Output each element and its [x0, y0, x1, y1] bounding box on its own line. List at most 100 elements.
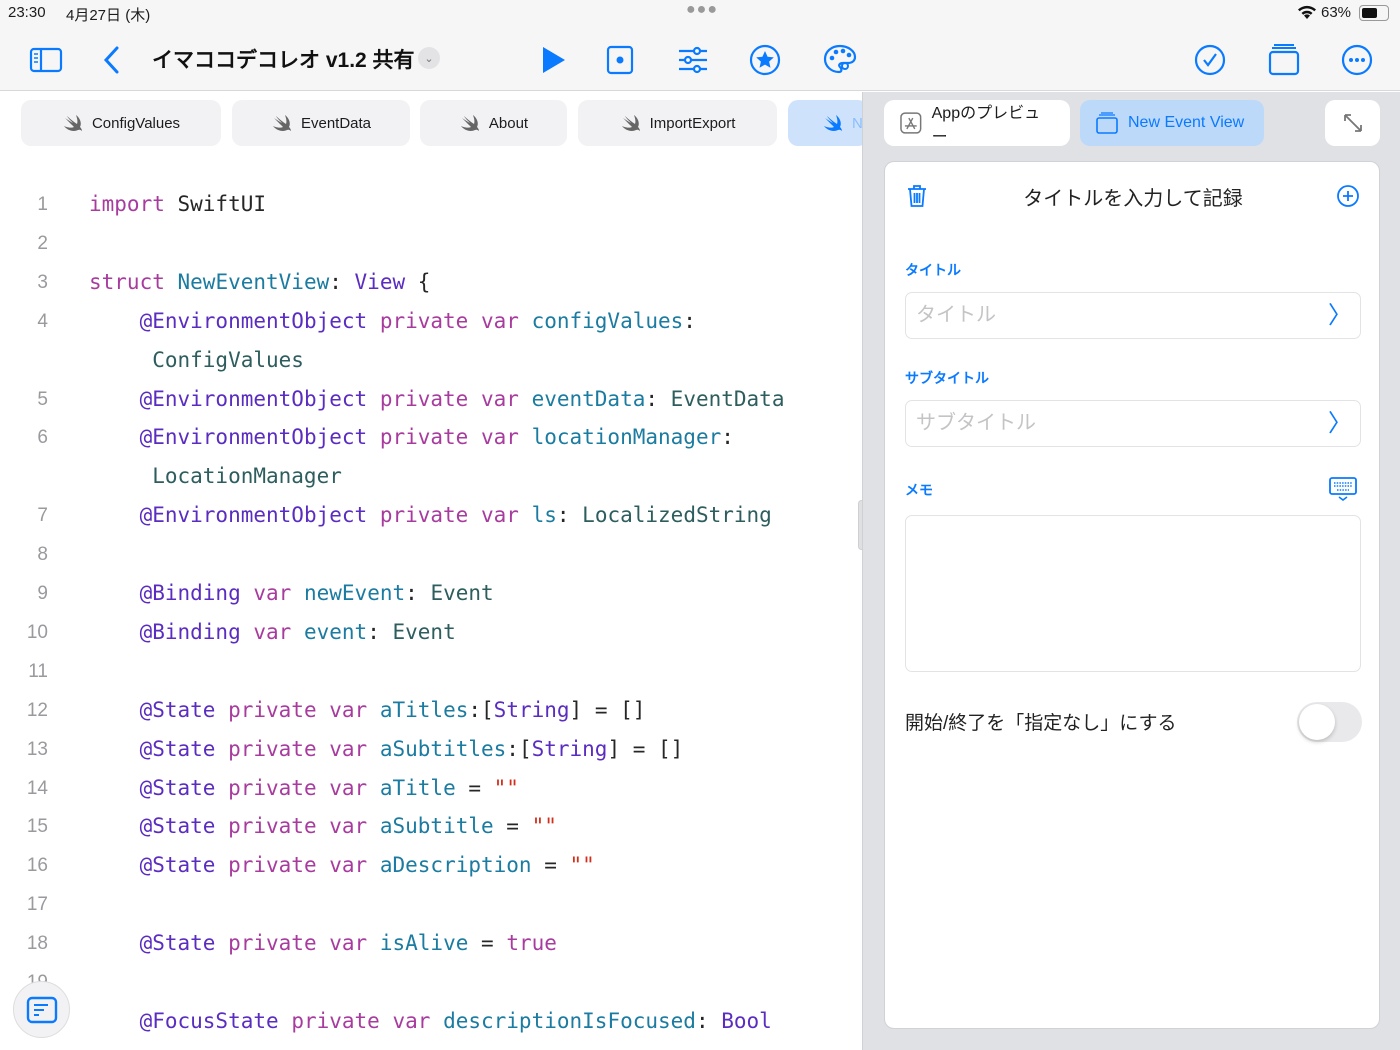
code-token: private: [379, 386, 469, 411]
toolbar: イマココデコレオ v1.2 共有 ⌄: [0, 28, 1400, 91]
code-line[interactable]: 21: [0, 1041, 862, 1050]
code-line[interactable]: 14 @State private var aTitle = "": [0, 769, 862, 808]
code-token: :: [405, 581, 431, 605]
title-field[interactable]: タイトル 〉: [905, 292, 1361, 339]
multitasking-dots-icon[interactable]: ●●●: [686, 1, 718, 19]
code-token: @State: [139, 775, 216, 800]
code-line[interactable]: 1 import SwiftUI: [0, 185, 862, 224]
code-line[interactable]: 5 @EnvironmentObject private var eventDa…: [0, 380, 862, 419]
code-line[interactable]: ConfigValues: [0, 341, 862, 380]
code-text: @State private var aTitles:[String] = []: [89, 691, 646, 730]
code-text: @Binding var event: Event: [89, 613, 456, 652]
code-token: var: [329, 736, 368, 761]
line-number: 9: [37, 583, 48, 604]
run-icon[interactable]: [535, 42, 571, 78]
file-tab-label: EventData: [300, 114, 372, 132]
outline-button[interactable]: [13, 981, 70, 1038]
code-line[interactable]: 7 @EnvironmentObject private var ls: Loc…: [0, 496, 862, 535]
code-text: struct NewEventView: View {: [89, 263, 430, 302]
code-token: var: [480, 425, 519, 450]
settings-sliders-icon[interactable]: [675, 42, 711, 78]
line-number: 1: [37, 194, 48, 215]
stop-preview-icon[interactable]: [602, 42, 638, 78]
code-line[interactable]: 6 @EnvironmentObject private var locatio…: [0, 418, 862, 457]
file-tab[interactable]: EventData: [232, 100, 410, 146]
project-title[interactable]: イマココデコレオ v1.2 共有: [152, 44, 415, 74]
code-line[interactable]: 15 @State private var aSubtitle = "": [0, 807, 862, 846]
code-line[interactable]: 12 @State private var aTitles:[String] =…: [0, 691, 862, 730]
code-token: ConfigValues: [152, 347, 304, 372]
memo-textarea[interactable]: [905, 515, 1361, 672]
code-line[interactable]: 18 @State private var isAlive = true: [0, 924, 862, 963]
code-line[interactable]: 13 @State private var aSubtitles:[String…: [0, 730, 862, 769]
code-line[interactable]: 19: [0, 963, 862, 1002]
keyboard-dismiss-icon[interactable]: [1329, 477, 1357, 501]
code-token: true: [506, 931, 557, 956]
code-token: @EnvironmentObject: [139, 425, 368, 450]
line-number: 12: [26, 699, 48, 721]
line-number: 14: [26, 777, 48, 799]
code-token: =: [455, 775, 494, 800]
code-line[interactable]: 9 @Binding var newEvent: Event: [0, 574, 862, 613]
code-token: Bool: [721, 1008, 772, 1033]
code-token: var: [480, 386, 519, 411]
favorites-star-icon[interactable]: [747, 42, 783, 78]
code-line[interactable]: 3 struct NewEventView: View {: [0, 263, 862, 302]
subtitle-field[interactable]: サブタイトル 〉: [905, 400, 1361, 447]
code-line[interactable]: 20 @FocusState private var descriptionIs…: [0, 1002, 862, 1041]
new-event-view-button[interactable]: New Event View: [1080, 100, 1264, 146]
title-menu-chevron-icon[interactable]: ⌄: [418, 47, 440, 69]
file-tab[interactable]: About: [420, 100, 567, 146]
code-line[interactable]: 10 @Binding var event: Event: [0, 613, 862, 652]
code-line[interactable]: 17: [0, 885, 862, 924]
checkmark-circle-icon[interactable]: [1192, 42, 1228, 78]
code-token: "": [569, 853, 595, 878]
title-label: タイトル: [905, 262, 961, 278]
line-number: 8: [37, 544, 48, 566]
code-token: event: [303, 619, 368, 644]
code-line[interactable]: 16 @State private var aDescription = "": [0, 846, 862, 885]
status-date: 4月27日 (木): [66, 7, 151, 24]
more-options-icon[interactable]: [1339, 42, 1375, 78]
add-circle-icon[interactable]: [1336, 184, 1360, 208]
code-line[interactable]: 4 @EnvironmentObject private var configV…: [0, 302, 862, 341]
sidebar-toggle-icon[interactable]: [28, 42, 64, 78]
windows-stack-icon[interactable]: [1266, 42, 1302, 78]
code-token: Event: [430, 581, 494, 605]
back-chevron-icon[interactable]: [95, 42, 131, 78]
app-preview-button[interactable]: Appのプレビュー: [884, 100, 1070, 146]
code-token: locationManager: [531, 425, 722, 450]
code-token: private: [228, 931, 317, 956]
expand-preview-button[interactable]: [1325, 100, 1380, 146]
subtitle-label: サブタイトル: [905, 370, 989, 386]
code-line[interactable]: 11: [0, 652, 862, 691]
palette-icon[interactable]: [822, 42, 858, 78]
file-tab[interactable]: ConfigValues: [21, 100, 221, 146]
code-line[interactable]: LocationManager: [0, 457, 862, 496]
app-store-icon: [900, 112, 922, 134]
file-tab[interactable]: ImportExport: [578, 100, 777, 146]
unspecified-toggle[interactable]: [1297, 702, 1362, 742]
code-token: String: [531, 736, 608, 761]
memo-label: メモ: [905, 482, 933, 498]
file-tab[interactable]: N: [788, 100, 862, 146]
line-number: 2: [37, 232, 48, 254]
code-editor-pane: ConfigValues EventData About ImportExport N …: [0, 92, 862, 1050]
code-line[interactable]: 8: [0, 535, 862, 574]
code-token: private: [228, 814, 317, 839]
code-line[interactable]: 2: [0, 224, 862, 263]
